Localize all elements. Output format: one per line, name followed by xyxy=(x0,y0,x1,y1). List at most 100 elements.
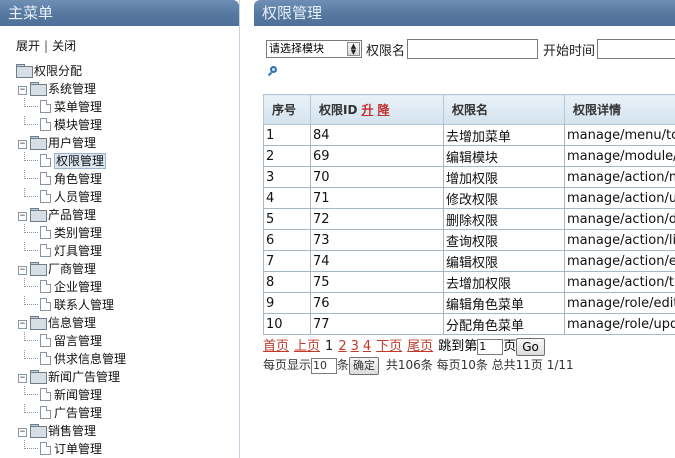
tree-item-label: 灯具管理 xyxy=(54,244,103,258)
first-page-link[interactable]: 首页 xyxy=(263,339,289,354)
cell-id: 73 xyxy=(310,229,444,251)
table-row[interactable]: 6 73 查询权限 manage/action/li xyxy=(263,229,675,251)
cell-name: 去增加菜单 xyxy=(443,124,565,146)
cell-id: 74 xyxy=(310,250,444,272)
tree-group-info[interactable]: − 信息管理 xyxy=(16,314,126,332)
search-icon[interactable] xyxy=(267,66,278,77)
tree-item[interactable]: 新闻管理 xyxy=(16,386,126,404)
cell-name: 删除权限 xyxy=(443,208,565,230)
tree-group-label: 厂商管理 xyxy=(48,262,97,276)
name-input[interactable] xyxy=(407,39,539,59)
page-icon xyxy=(40,334,51,347)
tree-item-label: 类别管理 xyxy=(54,226,103,240)
go-button[interactable]: Go xyxy=(516,337,545,356)
tree-item[interactable]: 供求信息管理 xyxy=(16,350,126,368)
folder-icon xyxy=(16,64,33,78)
tree-item[interactable]: 联系人管理 xyxy=(16,296,126,314)
tree-line xyxy=(24,440,38,449)
collapse-toggle-icon[interactable]: − xyxy=(18,212,27,221)
prev-page-link[interactable]: 上页 xyxy=(294,339,320,354)
table-row[interactable]: 4 71 修改权限 manage/action/u xyxy=(263,187,675,209)
tree-group-users[interactable]: − 用户管理 xyxy=(16,134,126,152)
tree-item-label: 订单管理 xyxy=(54,442,103,456)
table-row[interactable]: 10 77 分配角色菜单 manage/role/upd xyxy=(263,313,675,335)
page-icon xyxy=(40,100,51,113)
search-bar: 请选择模块 ▲ ▼ 权限名 开始时间 xyxy=(266,39,675,59)
tree-line xyxy=(24,278,38,287)
tree-line xyxy=(24,404,38,413)
collapse-toggle-icon[interactable]: − xyxy=(18,320,27,329)
tree-item[interactable]: 广告管理 xyxy=(16,404,126,422)
tree-item-label: 模块管理 xyxy=(54,118,103,132)
collapse-toggle-icon[interactable]: − xyxy=(18,140,27,149)
tree-item[interactable]: 留言管理 xyxy=(16,332,126,350)
tree-item[interactable]: 模块管理 xyxy=(16,116,126,134)
tree-item-label: 权限管理 xyxy=(54,153,107,169)
cell-name: 去增加权限 xyxy=(443,271,565,293)
folder-open-icon xyxy=(30,82,47,96)
tree-root[interactable]: 权限分配 xyxy=(16,62,126,80)
page-size-bar: 每页显示 10 条确定 共106条 每页10条 总共11页 1/11 xyxy=(263,356,574,375)
cell-detail: manage/action/t xyxy=(564,271,675,293)
separator: | xyxy=(44,39,49,53)
tree-group-label: 信息管理 xyxy=(48,316,97,330)
next-page-link[interactable]: 下页 xyxy=(376,339,402,354)
tree-group-label: 销售管理 xyxy=(48,424,97,438)
tree-item-label: 菜单管理 xyxy=(54,100,103,114)
table-row[interactable]: 3 70 增加权限 manage/action/n xyxy=(263,166,675,188)
sort-desc-link[interactable]: 降 xyxy=(377,103,389,117)
page-size-input[interactable]: 10 xyxy=(311,357,338,374)
collapse-toggle-icon[interactable]: − xyxy=(18,86,27,95)
page-icon xyxy=(40,406,51,419)
sort-asc-link[interactable]: 升 xyxy=(361,103,373,117)
collapse-toggle-icon[interactable]: − xyxy=(18,374,27,383)
expand-all-link[interactable]: 展开 xyxy=(16,39,40,53)
table-row[interactable]: 9 76 编辑角色菜单 manage/role/edit xyxy=(263,292,675,314)
tree-line xyxy=(24,116,38,125)
cell-id: 76 xyxy=(310,292,444,314)
tree-group-products[interactable]: − 产品管理 xyxy=(16,206,126,224)
table-row[interactable]: 1 84 去增加菜单 manage/menu/tc xyxy=(263,124,675,146)
tree-item[interactable]: 角色管理 xyxy=(16,170,126,188)
tree-item[interactable]: 企业管理 xyxy=(16,278,126,296)
tree-item-label: 供求信息管理 xyxy=(54,352,127,366)
col-header-label: 权限ID xyxy=(319,103,358,117)
tree-group-system[interactable]: − 系统管理 xyxy=(16,80,126,98)
tree-item[interactable]: 人员管理 xyxy=(16,188,126,206)
page-link[interactable]: 4 xyxy=(363,339,371,354)
table-row[interactable]: 5 72 删除权限 manage/action/d xyxy=(263,208,675,230)
cell-id: 75 xyxy=(310,271,444,293)
tree-group-vendors[interactable]: − 厂商管理 xyxy=(16,260,126,278)
tree-item[interactable]: 类别管理 xyxy=(16,224,126,242)
tree-item[interactable]: 订单管理 xyxy=(16,440,126,458)
cell-id: 69 xyxy=(310,145,444,167)
cell-id: 71 xyxy=(310,187,444,209)
module-select[interactable]: 请选择模块 ▲ ▼ xyxy=(266,40,362,58)
jump-page-input[interactable]: 1 xyxy=(477,338,504,355)
tree-item[interactable]: 菜单管理 xyxy=(16,98,126,116)
page-icon xyxy=(40,352,51,365)
confirm-button[interactable]: 确定 xyxy=(349,356,380,375)
tree-item-selected[interactable]: 权限管理 xyxy=(16,152,126,170)
tree-group-news-ads[interactable]: − 新闻广告管理 xyxy=(16,368,126,386)
tree-item-label: 角色管理 xyxy=(54,172,103,186)
permission-panel: 权限管理 请选择模块 ▲ ▼ 权限名 开始时间 序号 权限ID 升降 权限名 权限详情 1… xyxy=(254,0,675,458)
table-row[interactable]: 8 75 去增加权限 manage/action/t xyxy=(263,271,675,293)
col-header-permission-detail: 权限详情 xyxy=(564,94,675,125)
start-time-input[interactable] xyxy=(597,39,675,59)
tree-root-label: 权限分配 xyxy=(34,64,83,78)
collapse-all-link[interactable]: 关闭 xyxy=(52,39,76,53)
collapse-toggle-icon[interactable]: − xyxy=(18,428,27,437)
table-row[interactable]: 7 74 编辑权限 manage/action/e xyxy=(263,250,675,272)
folder-open-icon xyxy=(30,136,47,150)
table-row[interactable]: 2 69 编辑模块 manage/module/ xyxy=(263,145,675,167)
tree-group-sales[interactable]: − 销售管理 xyxy=(16,422,126,440)
last-page-link[interactable]: 尾页 xyxy=(407,339,433,354)
main-menu-panel: 主菜单 展开 | 关闭 权限分配 − 系统管理 菜单管理 模块管理 − 用户管理 权限管… xyxy=(0,0,240,458)
tree-item[interactable]: 灯具管理 xyxy=(16,242,126,260)
page-icon xyxy=(40,118,51,131)
page-link[interactable]: 3 xyxy=(351,339,359,354)
collapse-toggle-icon[interactable]: − xyxy=(18,266,27,275)
page-title: 权限管理 xyxy=(254,0,675,26)
page-link[interactable]: 2 xyxy=(338,339,346,354)
